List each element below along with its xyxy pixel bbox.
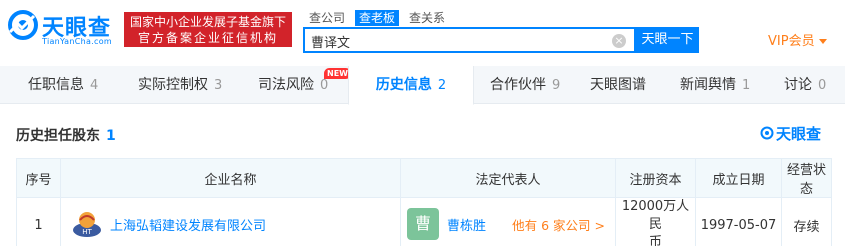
capital-cell: 12000万人民 币 [615,197,696,246]
search-tab-company[interactable]: 查公司 [305,10,349,26]
vip-menu[interactable]: VIP会员 [768,30,827,49]
legal-rep-cell: 曹 曹栋胜 他有 6 家公司 > [400,197,616,246]
profile-tabbar: 任职信息 4 实际控制权 3 司法风险 0 NEW 历史信息 2 合作伙伴 9 天眼图谱 … [0,66,845,105]
tab-control[interactable]: 实际控制权 3 [138,66,222,104]
col-header-index: 序号 [16,158,61,198]
search-box: × [303,27,636,53]
vip-label: VIP会员 [768,34,815,49]
tab-count: 2 [437,78,447,93]
tab-label: 实际控制权 [138,77,208,93]
col-header-capital: 注册资本 [615,158,696,198]
tab-label: 天眼图谱 [590,77,646,93]
tab-count: 4 [90,78,99,93]
section-count: 1 [106,128,116,144]
section-title: 历史担任股东 1 [16,125,116,145]
company-logo-icon: HT [73,212,101,237]
search-tab-boss[interactable]: 查老板 [355,10,400,26]
watermark-text: 天眼查 [776,125,822,143]
more-companies-link[interactable]: 他有 6 家公司 > [512,215,605,234]
search-button[interactable]: 天眼一下 [636,27,699,53]
tab-label: 合作伙伴 [490,77,546,93]
status-badge: 存续 [781,197,832,246]
logo-eye-icon [760,126,774,140]
svg-text:HT: HT [82,228,92,236]
table-row: 1 HT 上海弘韬建设发展有限公司 曹 曹栋胜 他有 6 家公司 > 12000… [16,197,832,246]
tab-count: 0 [320,78,329,93]
logo-eye-icon [8,10,38,40]
search-input[interactable] [311,32,601,50]
top-header: 天眼查 TianYanCha.com 国家中小企业发展子基金旗下 官方备案企业征… [0,0,845,62]
col-header-legal-rep: 法定代表人 [400,158,616,198]
tab-positions[interactable]: 任职信息 4 [28,66,98,104]
col-header-company: 企业名称 [60,158,401,198]
search-tab-relation[interactable]: 查关系 [405,10,449,26]
section-title-text: 历史担任股东 [16,128,100,144]
tab-discussion[interactable]: 讨论 0 [784,66,826,104]
tab-count: 0 [818,78,827,93]
new-badge: NEW [324,68,351,79]
tab-label: 历史信息 [375,77,432,93]
tab-label: 新闻舆情 [680,77,736,93]
founded-date: 1997-05-07 [695,197,782,246]
tab-history[interactable]: 历史信息 2 [348,66,474,105]
caret-down-icon [818,39,827,44]
official-banner: 国家中小企业发展子基金旗下 官方备案企业征信机构 [124,12,292,47]
watermark-logo: 天眼查 [760,123,832,143]
tab-count: 1 [742,78,751,93]
tab-label: 司法风险 [258,77,314,93]
capital-line2: 币 [648,235,662,246]
history-shareholder-table: 序号 企业名称 法定代表人 注册资本 成立日期 经营状态 1 HT 上海弘韬建设… [16,158,832,246]
tab-partners[interactable]: 合作伙伴 9 [490,66,560,104]
company-name-link[interactable]: 上海弘韬建设发展有限公司 [110,215,266,234]
tab-judicial-risk[interactable]: 司法风险 0 NEW [258,66,351,104]
tab-count: 9 [552,78,561,93]
row-index: 1 [16,197,61,246]
col-header-founded: 成立日期 [695,158,782,198]
tab-label: 任职信息 [28,77,84,93]
avatar: 曹 [407,208,439,240]
search-type-tabs: 查公司 查老板 查关系 [305,10,449,26]
tab-count: 3 [214,78,223,93]
legal-rep-name-link[interactable]: 曹栋胜 [447,215,486,234]
banner-line2: 官方备案企业征信机构 [137,31,278,45]
col-header-status: 经营状态 [781,158,832,198]
tab-label: 讨论 [784,77,812,93]
tianyancha-logo[interactable]: 天眼查 TianYanCha.com [8,8,120,50]
clear-icon[interactable]: × [612,34,626,48]
logo-domain: TianYanCha.com [42,37,112,46]
table-header-row: 序号 企业名称 法定代表人 注册资本 成立日期 经营状态 [16,158,832,198]
tab-graph[interactable]: 天眼图谱 [590,66,646,104]
capital-line1: 12000万人民 [621,199,690,232]
company-cell: HT 上海弘韬建设发展有限公司 [60,197,401,246]
banner-line1: 国家中小企业发展子基金旗下 [129,15,286,29]
tab-news[interactable]: 新闻舆情 1 [680,66,750,104]
